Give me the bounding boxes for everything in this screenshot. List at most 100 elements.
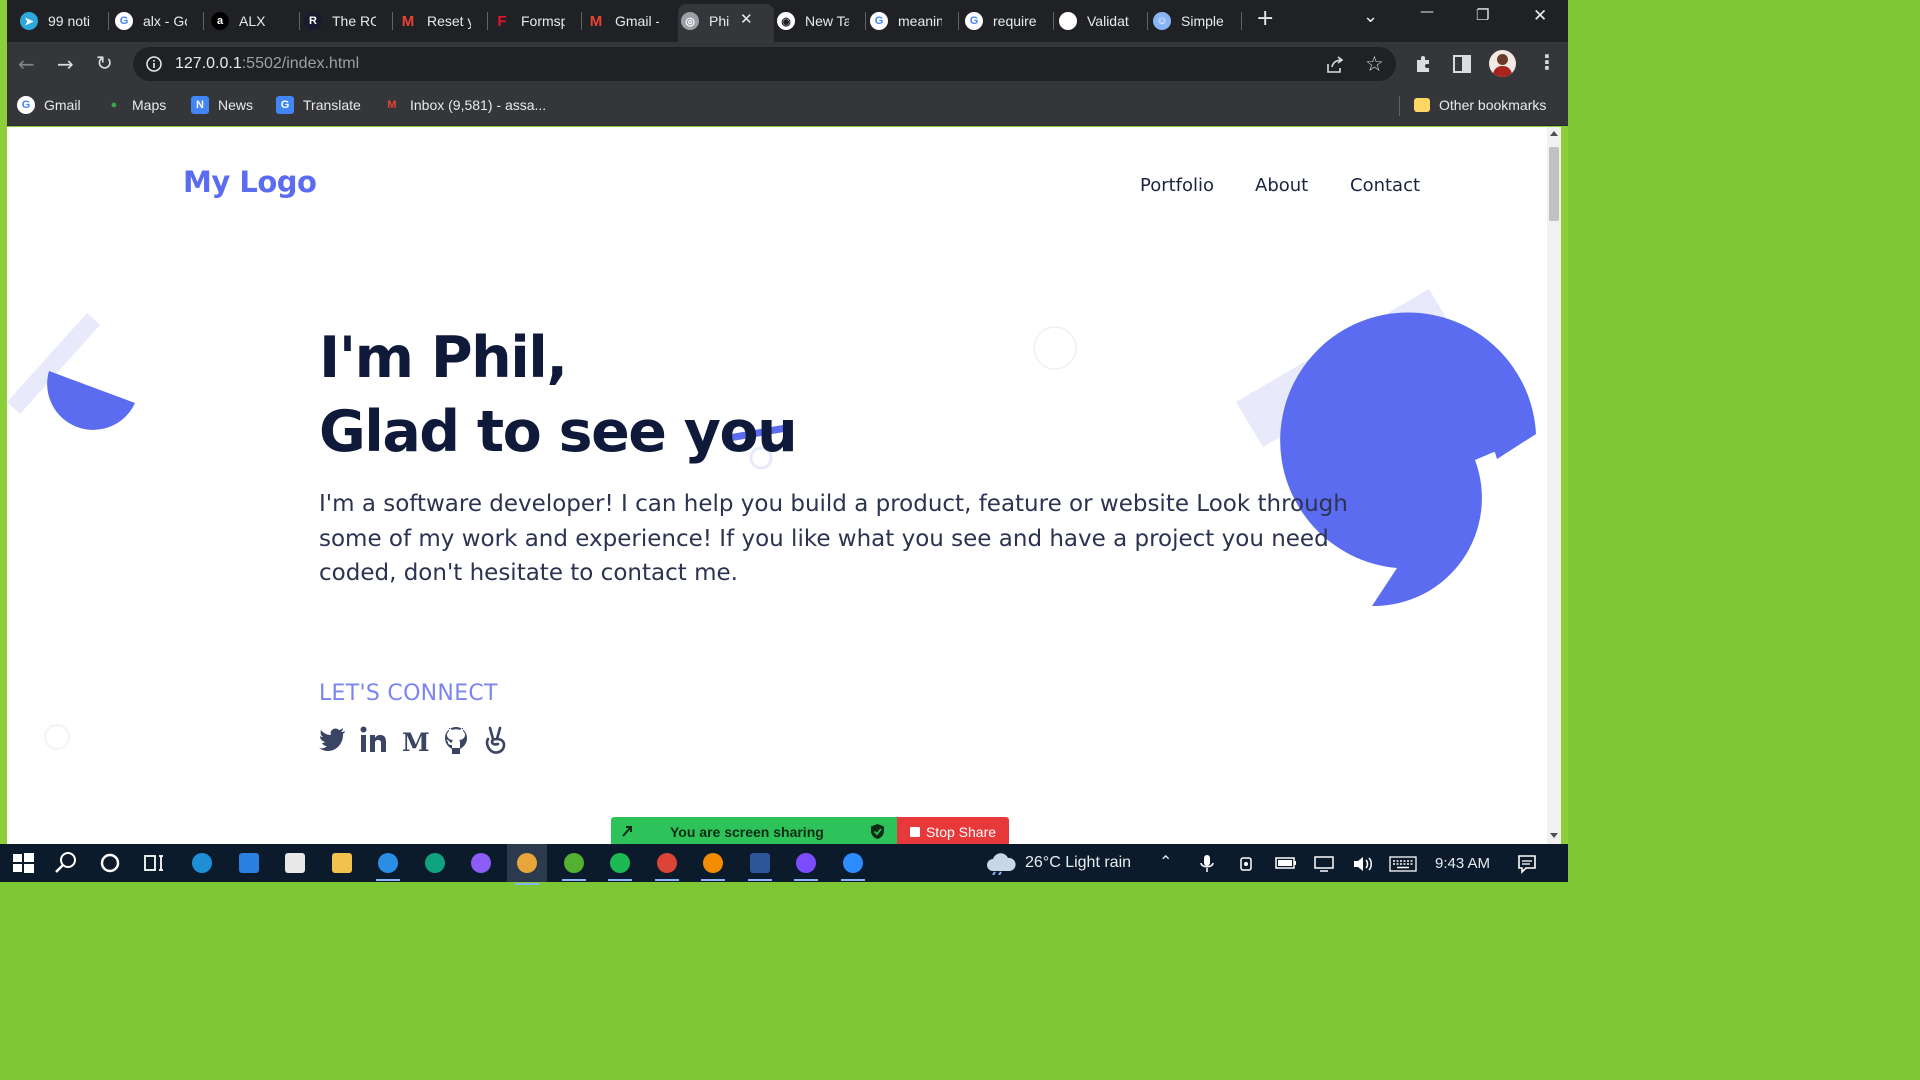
windows-start-icon[interactable] [8, 848, 38, 878]
address-bar[interactable]: 127.0.0.1:5502/index.html ☆ [133, 47, 1396, 81]
weather-text[interactable]: 26°C Light rain [1025, 854, 1131, 872]
gitkraken-icon[interactable] [791, 848, 821, 881]
bookmark-item[interactable]: N News [191, 94, 253, 116]
nav-portfolio[interactable]: Portfolio [1140, 175, 1214, 196]
word-icon[interactable] [745, 848, 775, 881]
vlc-glyph [703, 853, 723, 873]
decorative-shapes [7, 289, 1536, 750]
browser-tab[interactable]: ➤ 99 noti [20, 6, 92, 36]
tab-title: require [993, 13, 1037, 29]
close-tab-icon[interactable]: ✕ [740, 10, 753, 28]
bookmark-item[interactable]: G Gmail [17, 94, 81, 116]
page-scrollbar[interactable] [1547, 127, 1561, 844]
chrome-icon[interactable] [507, 844, 547, 885]
mail-icon[interactable] [234, 848, 264, 878]
file-explorer-icon[interactable] [327, 848, 357, 878]
keyboard-icon[interactable] [1389, 856, 1417, 872]
browser-tab[interactable]: ▲ Validat [1059, 6, 1131, 36]
nav-about[interactable]: About [1255, 175, 1308, 196]
bookmark-star-icon[interactable]: ☆ [1365, 54, 1384, 75]
alx-icon: a [211, 12, 229, 30]
side-panel-icon[interactable] [1453, 55, 1471, 73]
tray-chevron-icon[interactable]: ⌃ [1159, 852, 1172, 872]
stop-share-button[interactable]: Stop Share [897, 817, 1009, 846]
minimize-icon[interactable]: — [1420, 4, 1434, 20]
browser-tab[interactable]: R The RO [304, 6, 376, 36]
restore-icon[interactable]: ❐ [1476, 6, 1489, 24]
browser-tab[interactable]: Grequire [965, 6, 1037, 36]
bookmark-item[interactable]: M Inbox (9,581) - assa... [383, 94, 546, 116]
scroll-up-arrow[interactable] [1550, 131, 1558, 136]
browser-tab[interactable]: ◉ New Ta [777, 6, 849, 36]
browser-tab[interactable]: ☺ Simple [1153, 6, 1225, 36]
network-icon[interactable] [1313, 855, 1337, 873]
vscode-icon[interactable] [373, 848, 403, 881]
weather-cloud-icon[interactable] [985, 851, 1017, 875]
browser-tab[interactable]: Gmeanin [870, 6, 942, 36]
browser-tab[interactable]: M Gmail - [587, 6, 659, 36]
vlc-icon[interactable] [698, 848, 728, 881]
zoom-icon[interactable] [838, 848, 868, 881]
chrome-glyph [517, 853, 537, 873]
store-icon[interactable] [280, 848, 310, 878]
hero-subheading: Glad to see you [319, 399, 798, 465]
nav-contact[interactable]: Contact [1350, 175, 1420, 196]
info-icon[interactable] [146, 56, 162, 72]
running-indicator [608, 879, 632, 881]
back-icon[interactable]: ← [18, 54, 35, 74]
drag-handle-icon[interactable] [620, 824, 634, 838]
tab-separator [1241, 12, 1242, 30]
utorrent-icon[interactable] [559, 848, 589, 881]
microphone-icon[interactable] [1199, 854, 1215, 874]
chrome-icon: ◉ [777, 12, 795, 30]
other-bookmarks[interactable]: Other bookmarks [1414, 94, 1546, 116]
file-explorer-glyph [332, 853, 352, 873]
profile-avatar[interactable] [1489, 50, 1516, 77]
volume-icon[interactable] [1352, 854, 1376, 874]
chrome-alt-icon[interactable] [652, 848, 682, 881]
browser-tab[interactable]: F Formsp [493, 6, 565, 36]
git-icon[interactable] [466, 848, 496, 878]
google-icon: G [115, 12, 133, 30]
battery-icon[interactable] [1275, 856, 1297, 870]
edge-icon[interactable] [187, 848, 217, 878]
medium-icon[interactable]: M [401, 725, 429, 755]
bookmark-item[interactable]: ● Maps [105, 94, 167, 116]
bookmark-item[interactable]: G Translate [276, 94, 361, 116]
cortana-icon[interactable] [95, 848, 125, 878]
gitkraken-glyph [796, 853, 816, 873]
extensions-icon[interactable] [1413, 54, 1433, 74]
forward-icon[interactable]: → [57, 54, 74, 74]
r-icon: R [304, 12, 322, 30]
connect-heading: LET'S CONNECT [319, 681, 498, 706]
menu-kebab-icon[interactable]: ⋮ [1537, 52, 1557, 72]
angellist-icon[interactable] [482, 725, 510, 755]
clock-time[interactable]: 9:43 AM [1435, 855, 1490, 872]
bookmark-label: Inbox (9,581) - assa... [410, 97, 547, 113]
new-tab-icon[interactable]: + [1256, 6, 1274, 31]
vscode-glyph [378, 853, 398, 873]
browser-tab[interactable]: Galx - Go [115, 6, 187, 36]
twitter-icon[interactable] [319, 725, 347, 755]
linkedin-icon[interactable] [360, 725, 388, 755]
site-logo[interactable]: My Logo [183, 165, 317, 199]
share-icon[interactable] [1325, 55, 1345, 75]
chatgpt-icon[interactable] [420, 848, 450, 878]
telegram-icon: ➤ [20, 12, 38, 30]
camera-icon[interactable] [1239, 855, 1255, 873]
browser-tab[interactable]: ◎ Phi [681, 6, 731, 36]
notifications-icon[interactable] [1517, 854, 1537, 874]
tab-search-icon[interactable]: ⌄ [1363, 6, 1378, 27]
close-window-icon[interactable]: ✕ [1533, 6, 1547, 26]
search-icon[interactable] [51, 848, 81, 878]
scroll-thumb[interactable] [1549, 147, 1559, 221]
browser-tab[interactable]: M Reset y [399, 6, 471, 36]
scroll-down-arrow[interactable] [1550, 833, 1558, 838]
browser-tab[interactable]: a ALX [211, 6, 283, 36]
task-view-icon[interactable] [139, 848, 169, 878]
reload-icon[interactable]: ↻ [96, 53, 113, 73]
url-text[interactable]: 127.0.0.1:5502/index.html [175, 55, 359, 73]
spotify-icon[interactable] [605, 848, 635, 881]
bookmarks-separator [1399, 96, 1400, 116]
github-icon[interactable] [442, 725, 470, 755]
